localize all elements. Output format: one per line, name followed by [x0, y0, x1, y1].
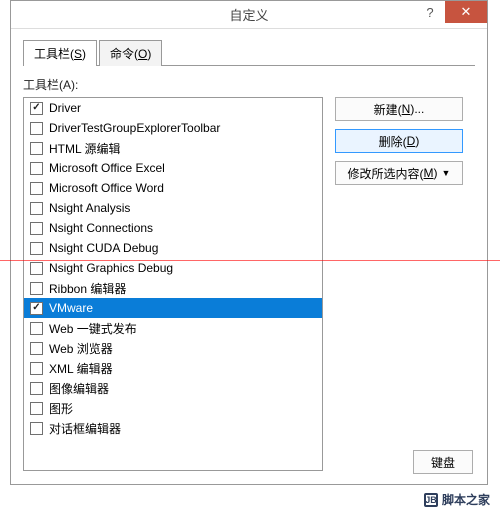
modify-selection-button[interactable]: 修改所选内容(M)▼	[335, 161, 463, 185]
list-item-label: Microsoft Office Excel	[49, 161, 165, 175]
list-item-label: VMware	[49, 301, 93, 315]
list-item[interactable]: Nsight CUDA Debug	[24, 238, 322, 258]
dialog-content: 工具栏(S) 命令(O) 工具栏(A): Driver DriverTestGro…	[11, 29, 487, 484]
list-item[interactable]: Nsight Graphics Debug	[24, 258, 322, 278]
list-item[interactable]: VMware	[24, 298, 322, 318]
checkbox[interactable]	[30, 182, 43, 195]
checkbox[interactable]	[30, 342, 43, 355]
list-item-label: Nsight CUDA Debug	[49, 241, 158, 255]
list-item-label: HTML 源编辑	[49, 140, 121, 157]
tab-commands[interactable]: 命令(O)	[99, 40, 162, 66]
checkbox[interactable]	[30, 362, 43, 375]
list-item-label: Driver	[49, 101, 81, 115]
list-item[interactable]: Microsoft Office Word	[24, 178, 322, 198]
list-item-label: Web 浏览器	[49, 340, 113, 357]
titlebar: 自定义 ? ✕	[11, 1, 487, 29]
list-item-label: 图形	[49, 400, 73, 417]
tab-strip: 工具栏(S) 命令(O)	[23, 39, 475, 66]
checkbox[interactable]	[30, 122, 43, 135]
list-item-label: DriverTestGroupExplorerToolbar	[49, 121, 220, 135]
toolbars-label: 工具栏(A):	[23, 76, 475, 93]
list-item-label: Microsoft Office Word	[49, 181, 164, 195]
titlebar-buttons: ? ✕	[415, 1, 487, 23]
tab-toolbars[interactable]: 工具栏(S)	[23, 40, 97, 66]
customize-dialog: 自定义 ? ✕ 工具栏(S) 命令(O) 工具栏(A): DriverDrive…	[10, 0, 488, 485]
list-item[interactable]: Web 一键式发布	[24, 318, 322, 338]
button-column: 新建(N)... 删除(D) 修改所选内容(M)▼	[335, 97, 463, 471]
list-item[interactable]: DriverTestGroupExplorerToolbar	[24, 118, 322, 138]
watermark-text: 脚本之家	[442, 491, 490, 508]
list-item[interactable]: 图形	[24, 398, 322, 418]
toolbars-listbox[interactable]: Driver DriverTestGroupExplorerToolbar HTML…	[23, 97, 323, 471]
list-item[interactable]: Driver	[24, 98, 322, 118]
checkbox[interactable]	[30, 382, 43, 395]
chevron-down-icon: ▼	[442, 168, 451, 178]
main-row: Driver DriverTestGroupExplorerToolbar HTML…	[23, 97, 475, 471]
watermark: JB 脚本之家	[424, 491, 490, 508]
close-button[interactable]: ✕	[445, 1, 487, 23]
list-item[interactable]: Nsight Analysis	[24, 198, 322, 218]
checkbox[interactable]	[30, 102, 43, 115]
watermark-icon: JB	[424, 493, 438, 507]
delete-button[interactable]: 删除(D)	[335, 129, 463, 153]
list-item[interactable]: XML 编辑器	[24, 358, 322, 378]
checkbox[interactable]	[30, 142, 43, 155]
list-item[interactable]: 图像编辑器	[24, 378, 322, 398]
checkbox[interactable]	[30, 282, 43, 295]
checkbox[interactable]	[30, 162, 43, 175]
checkbox[interactable]	[30, 222, 43, 235]
checkbox[interactable]	[30, 402, 43, 415]
list-item-label: Ribbon 编辑器	[49, 280, 126, 297]
list-item[interactable]: HTML 源编辑	[24, 138, 322, 158]
checkbox[interactable]	[30, 262, 43, 275]
checkbox[interactable]	[30, 322, 43, 335]
new-button[interactable]: 新建(N)...	[335, 97, 463, 121]
list-item[interactable]: Web 浏览器	[24, 338, 322, 358]
footer-row: 键盘	[413, 450, 473, 474]
list-item-label: Nsight Graphics Debug	[49, 261, 173, 275]
list-item-label: Web 一键式发布	[49, 320, 137, 337]
list-item-label: XML 编辑器	[49, 360, 113, 377]
list-item[interactable]: Ribbon 编辑器	[24, 278, 322, 298]
keyboard-button[interactable]: 键盘	[413, 450, 473, 474]
checkbox[interactable]	[30, 202, 43, 215]
checkbox[interactable]	[30, 302, 43, 315]
list-item-label: Nsight Connections	[49, 221, 153, 235]
checkbox[interactable]	[30, 422, 43, 435]
list-item-label: 图像编辑器	[49, 380, 109, 397]
list-item-label: 对话框编辑器	[49, 420, 121, 437]
help-button[interactable]: ?	[415, 1, 445, 23]
list-item-label: Nsight Analysis	[49, 201, 130, 215]
checkbox[interactable]	[30, 242, 43, 255]
list-item[interactable]: Microsoft Office Excel	[24, 158, 322, 178]
list-item[interactable]: Nsight Connections	[24, 218, 322, 238]
list-item[interactable]: 对话框编辑器	[24, 418, 322, 438]
